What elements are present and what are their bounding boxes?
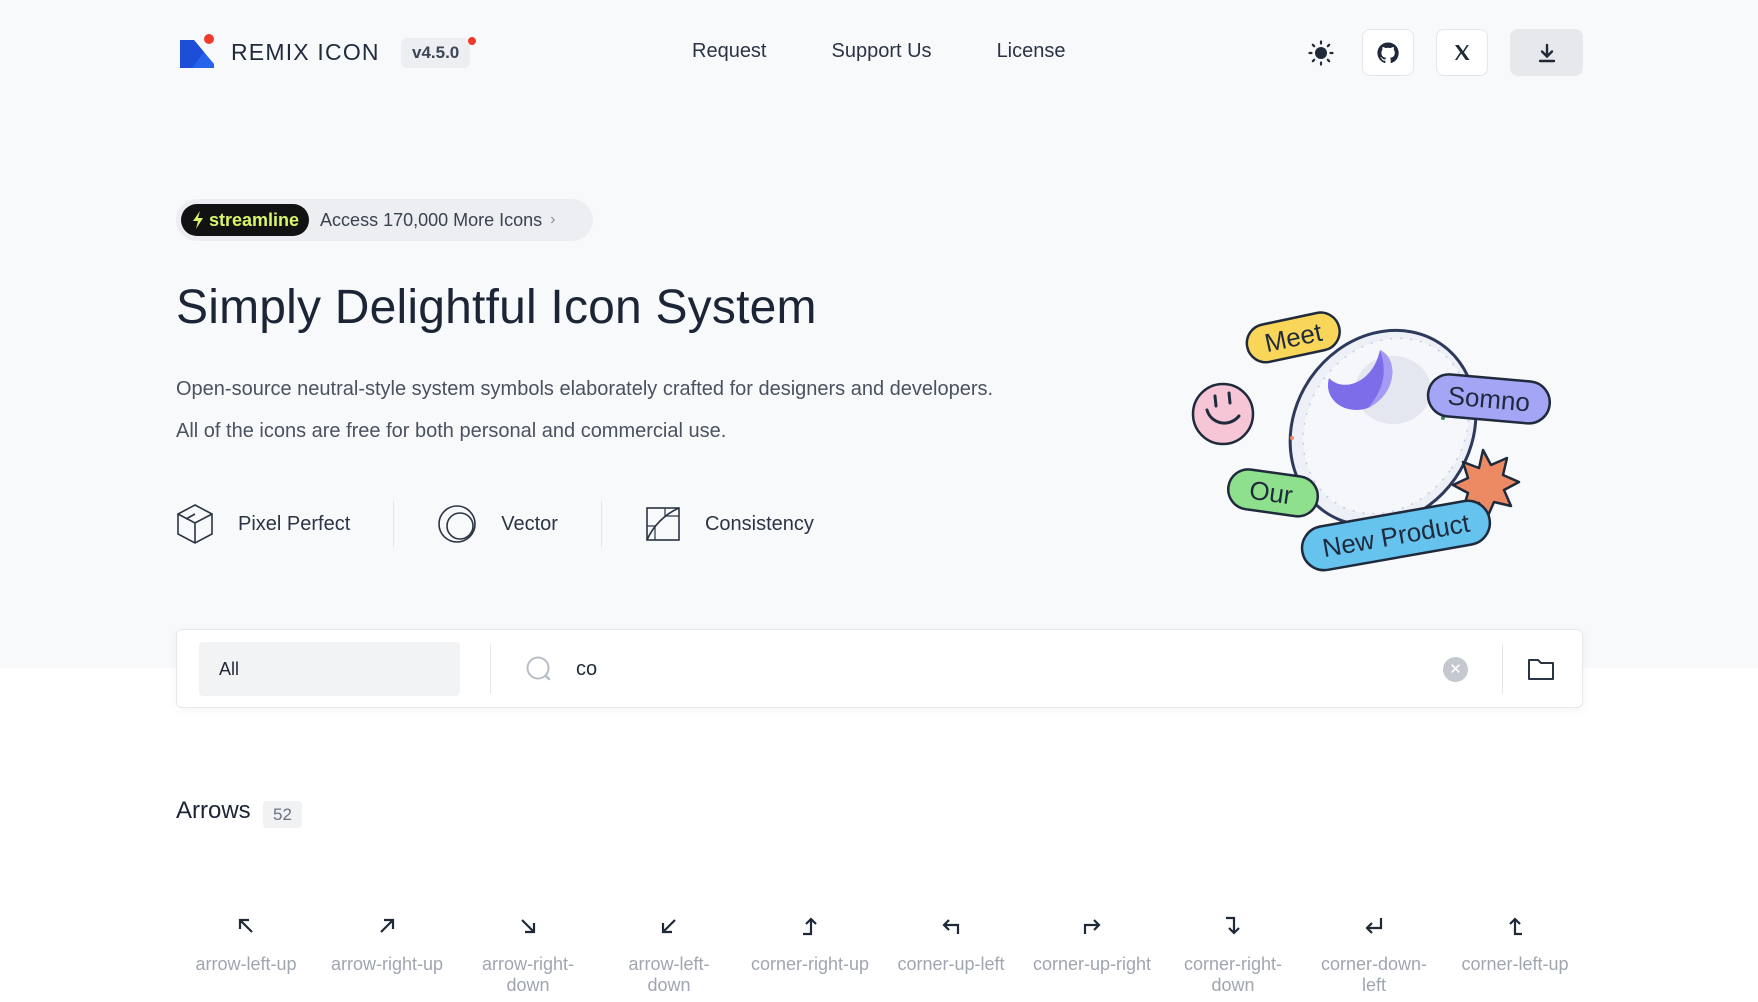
vector-circle-icon: [438, 505, 477, 543]
icon-cell[interactable]: corner-left-up: [1445, 908, 1585, 975]
section-count-badge: 52: [263, 801, 302, 828]
icon-cell[interactable]: corner-up-right: [1022, 908, 1162, 975]
feature-vector: Vector: [437, 504, 558, 544]
icon-cell[interactable]: corner-down-left: [1304, 908, 1444, 996]
somno-illustration[interactable]: Meet Somno Our New Product: [1183, 298, 1563, 578]
download-button[interactable]: [1510, 29, 1583, 76]
icon-cell[interactable]: arrow-left-up: [176, 908, 316, 975]
divider: [1502, 644, 1503, 694]
feature-label: Consistency: [704, 512, 814, 535]
sun-icon: [1308, 39, 1334, 66]
icon-name: corner-right-down: [1183, 954, 1283, 995]
hero-description: Open-source neutral-style system symbols…: [176, 368, 1126, 452]
remix-logo-icon: [178, 34, 216, 70]
bolt-icon: [193, 211, 203, 229]
icon-name: corner-left-up: [1461, 954, 1569, 974]
feature-label: Vector: [501, 512, 558, 535]
icon-name: arrow-left-down: [628, 954, 710, 995]
logo-text: REMIX ICON: [231, 38, 380, 65]
hero-desc-line-1: Open-source neutral-style system symbols…: [176, 378, 994, 400]
streamline-promo[interactable]: streamline Access 170,000 More Icons ›: [176, 199, 593, 241]
corner-up-left-icon: [881, 908, 1021, 944]
icon-cell[interactable]: arrow-left-down: [599, 908, 739, 996]
icon-name: arrow-right-up: [330, 954, 444, 974]
search-icon: [525, 655, 555, 690]
corner-down-left-icon: [1304, 908, 1444, 944]
icon-name: corner-down-left: [1320, 954, 1428, 995]
icon-cell[interactable]: corner-right-down: [1163, 908, 1303, 996]
nav-support-us[interactable]: Support Us: [832, 40, 932, 63]
download-icon: [1538, 43, 1555, 62]
update-dot: [468, 37, 476, 45]
search-input[interactable]: [576, 652, 1096, 686]
feature-label: Pixel Perfect: [238, 512, 351, 535]
github-icon: [1377, 41, 1399, 63]
icon-cell[interactable]: corner-up-left: [881, 908, 1021, 975]
search-bar: All ✕: [176, 629, 1583, 708]
close-icon: ✕: [1449, 661, 1462, 678]
category-select[interactable]: All: [199, 642, 460, 696]
arrow-left-up-icon: [176, 908, 316, 944]
corner-left-up-icon: [1445, 908, 1585, 944]
nav-request[interactable]: Request: [692, 40, 767, 63]
version-badge[interactable]: v4.5.0: [401, 38, 471, 68]
corner-right-down-icon: [1163, 908, 1303, 944]
github-button[interactable]: [1362, 29, 1414, 76]
clear-search-button[interactable]: ✕: [1443, 657, 1468, 682]
divider: [490, 644, 491, 694]
nav-license[interactable]: License: [997, 40, 1066, 63]
consistency-icon: [646, 507, 680, 541]
hero-desc-line-2: All of the icons are free for both perso…: [176, 420, 727, 442]
icon-name: arrow-left-up: [195, 954, 297, 974]
our-label: Our: [1247, 475, 1294, 511]
feature-list: Pixel Perfect Vector Consistency: [176, 500, 814, 548]
folder-icon: [1528, 659, 1554, 680]
section-title: Arrows: [176, 797, 251, 824]
icon-cell[interactable]: arrow-right-up: [317, 908, 457, 975]
streamline-label: streamline: [209, 209, 300, 230]
main-nav: Request Support Us License: [692, 40, 1131, 63]
divider: [393, 501, 395, 547]
feature-pixel-perfect: Pixel Perfect: [176, 503, 350, 545]
feature-consistency: Consistency: [645, 506, 814, 542]
cube-icon: [177, 504, 213, 544]
arrow-right-up-icon: [317, 908, 457, 944]
streamline-badge: streamline: [181, 204, 310, 236]
theme-toggle-button[interactable]: [1295, 29, 1347, 76]
logo[interactable]: REMIX ICON: [178, 34, 380, 70]
chevron-right-icon: ›: [550, 211, 556, 228]
icon-name: corner-up-left: [897, 954, 1005, 974]
icon-cell[interactable]: arrow-right-down: [458, 908, 598, 996]
icon-name: corner-right-up: [750, 954, 870, 974]
corner-right-up-icon: [740, 908, 880, 944]
icon-name: arrow-right-down: [481, 954, 574, 995]
icon-cell[interactable]: corner-right-up: [740, 908, 880, 975]
arrow-right-down-icon: [458, 908, 598, 944]
page-title: Simply Delightful Icon System: [176, 281, 817, 334]
header: REMIX ICON v4.5.0 Request Support Us Lic…: [0, 0, 1758, 105]
divider: [600, 501, 602, 547]
promo-text: Access 170,000 More Icons: [320, 209, 543, 230]
x-twitter-button[interactable]: [1436, 29, 1488, 76]
icon-name: corner-up-right: [1032, 954, 1152, 974]
folder-button[interactable]: [1526, 654, 1556, 689]
x-icon: [1455, 44, 1470, 60]
corner-up-right-icon: [1022, 908, 1162, 944]
arrow-left-down-icon: [599, 908, 739, 944]
